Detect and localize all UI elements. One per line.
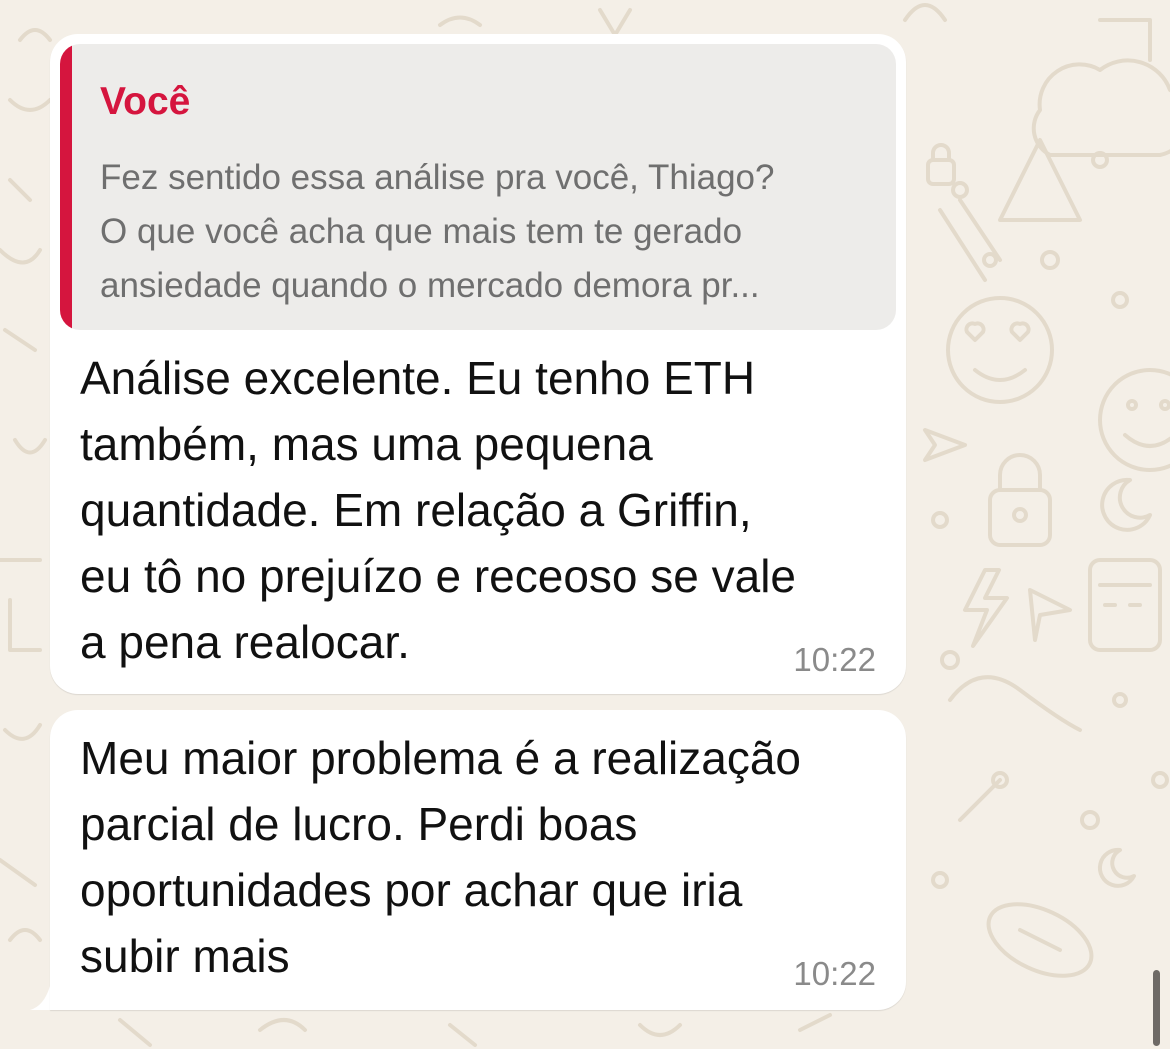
quote-text-line: O que você acha que mais tem te gerado <box>100 212 743 251</box>
quote-text-line: Fez sentido essa análise pra você, Thiag… <box>100 158 775 197</box>
message-timestamp: 10:22 <box>793 955 876 992</box>
message-text-line: também, mas uma pequena <box>80 418 653 470</box>
palm-tree-icon <box>938 138 1082 282</box>
quoted-reply[interactable]: Você Fez sentido essa análise pra você, … <box>60 44 896 330</box>
lightning-icon <box>963 568 1009 648</box>
cloud-icon <box>1031 58 1170 157</box>
lock-icon <box>988 453 1052 547</box>
scrollbar-thumb[interactable] <box>1153 970 1160 1046</box>
message-bubble[interactable]: Você Fez sentido essa análise pra você, … <box>50 34 906 694</box>
message-text-line: quantidade. Em relação a Griffin, <box>80 484 752 536</box>
message-text-line: eu tô no prejuízo e receoso se vale <box>80 550 797 602</box>
football-icon <box>986 902 1094 978</box>
message-text-line: oportunidades por achar que iria <box>80 864 743 916</box>
message-bubble[interactable]: Meu maior problema é a realização parcia… <box>50 710 906 1010</box>
moon-icon <box>1097 477 1152 888</box>
quote-author: Você <box>100 80 191 123</box>
message-text-line: parcial de lucro. Perdi boas <box>80 798 638 850</box>
smiley-icon <box>1098 368 1170 472</box>
paper-plane-icon <box>923 428 1072 642</box>
quote-text-line: ansiedade quando o mercado demora pr... <box>100 266 760 305</box>
quote-accent-bar <box>60 44 72 330</box>
calculator-icon <box>1088 558 1162 652</box>
message-text-line: a pena realocar. <box>80 616 410 668</box>
message-text-line: Meu maior problema é a realização <box>80 732 802 784</box>
message-text-line: Análise excelente. Eu tenho ETH <box>80 352 756 404</box>
heart-eyes-icon <box>946 296 1054 404</box>
message-timestamp: 10:22 <box>793 641 876 678</box>
message-text-line: subir mais <box>80 930 290 982</box>
lock-icon <box>926 143 956 186</box>
